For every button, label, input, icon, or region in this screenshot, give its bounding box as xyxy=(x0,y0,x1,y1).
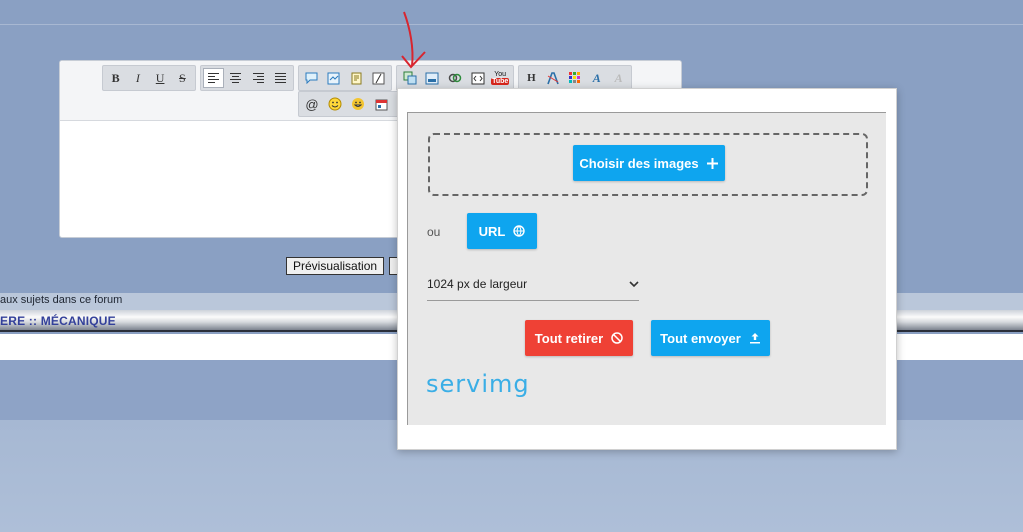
servimg-logo: servimg xyxy=(426,370,530,398)
align-center-button[interactable] xyxy=(225,68,246,88)
size-select[interactable]: 1024 px de largeur xyxy=(427,273,639,301)
plus-icon xyxy=(707,157,719,169)
format-group: B I U S xyxy=(102,65,196,91)
underline-button[interactable]: U xyxy=(150,68,171,88)
remove-all-button[interactable]: Tout retirer xyxy=(525,320,633,356)
forum-permissions-text: aux sujets dans ce forum xyxy=(0,294,123,306)
choose-images-label: Choisir des images xyxy=(579,155,699,171)
url-button[interactable]: URL xyxy=(467,213,537,249)
divider xyxy=(0,24,1023,25)
font-face-icon[interactable]: A xyxy=(586,68,607,88)
or-label: ou xyxy=(427,225,441,239)
calendar-icon[interactable] xyxy=(370,94,392,114)
youtube-icon[interactable]: You Tube xyxy=(489,68,511,88)
breadcrumb[interactable]: ERE :: MÉCANIQUE xyxy=(0,314,116,328)
color-icon[interactable] xyxy=(565,68,586,88)
link-icon[interactable] xyxy=(444,68,466,88)
insert-group xyxy=(298,65,392,91)
code-icon[interactable] xyxy=(323,68,344,88)
hide-icon[interactable] xyxy=(368,68,389,88)
preview-button[interactable]: Prévisualisation xyxy=(286,257,385,275)
choose-images-button[interactable]: Choisir des images xyxy=(573,145,725,181)
italic-button[interactable]: I xyxy=(127,68,148,88)
chevron-down-icon xyxy=(629,281,639,288)
spoiler-icon[interactable] xyxy=(346,68,367,88)
globe-icon xyxy=(513,225,526,237)
url-label: URL xyxy=(478,223,506,239)
align-left-button[interactable] xyxy=(203,68,225,88)
annotation-arrow-icon xyxy=(401,11,426,69)
image-dropzone[interactable]: Choisir des images xyxy=(428,133,868,196)
remove-all-label: Tout retirer xyxy=(534,330,604,346)
align-group xyxy=(200,65,294,91)
remove-format-icon[interactable]: A xyxy=(608,68,629,88)
size-select-value: 1024 px de largeur xyxy=(427,277,528,291)
upload-icon xyxy=(749,332,761,344)
extras-group: @ xyxy=(298,91,408,117)
heading-icon[interactable]: H xyxy=(521,68,542,88)
send-all-button[interactable]: Tout envoyer xyxy=(651,320,770,356)
ban-icon xyxy=(611,332,623,344)
upload-panel: Choisir des images ou URL 1024 px de lar… xyxy=(407,112,886,425)
mention-icon[interactable]: @ xyxy=(301,94,323,114)
image-upload-dialog: Choisir des images ou URL 1024 px de lar… xyxy=(397,88,897,450)
smiley-icon[interactable] xyxy=(324,94,346,114)
send-all-label: Tout envoyer xyxy=(660,330,741,346)
bold-button[interactable]: B xyxy=(105,68,126,88)
embed-icon[interactable] xyxy=(467,68,489,88)
emoji-icon[interactable] xyxy=(347,94,369,114)
strike-button[interactable]: S xyxy=(172,68,193,88)
font-size-icon[interactable] xyxy=(543,68,564,88)
quote-icon[interactable] xyxy=(301,68,322,88)
align-right-button[interactable] xyxy=(248,68,269,88)
justify-button[interactable] xyxy=(270,68,291,88)
